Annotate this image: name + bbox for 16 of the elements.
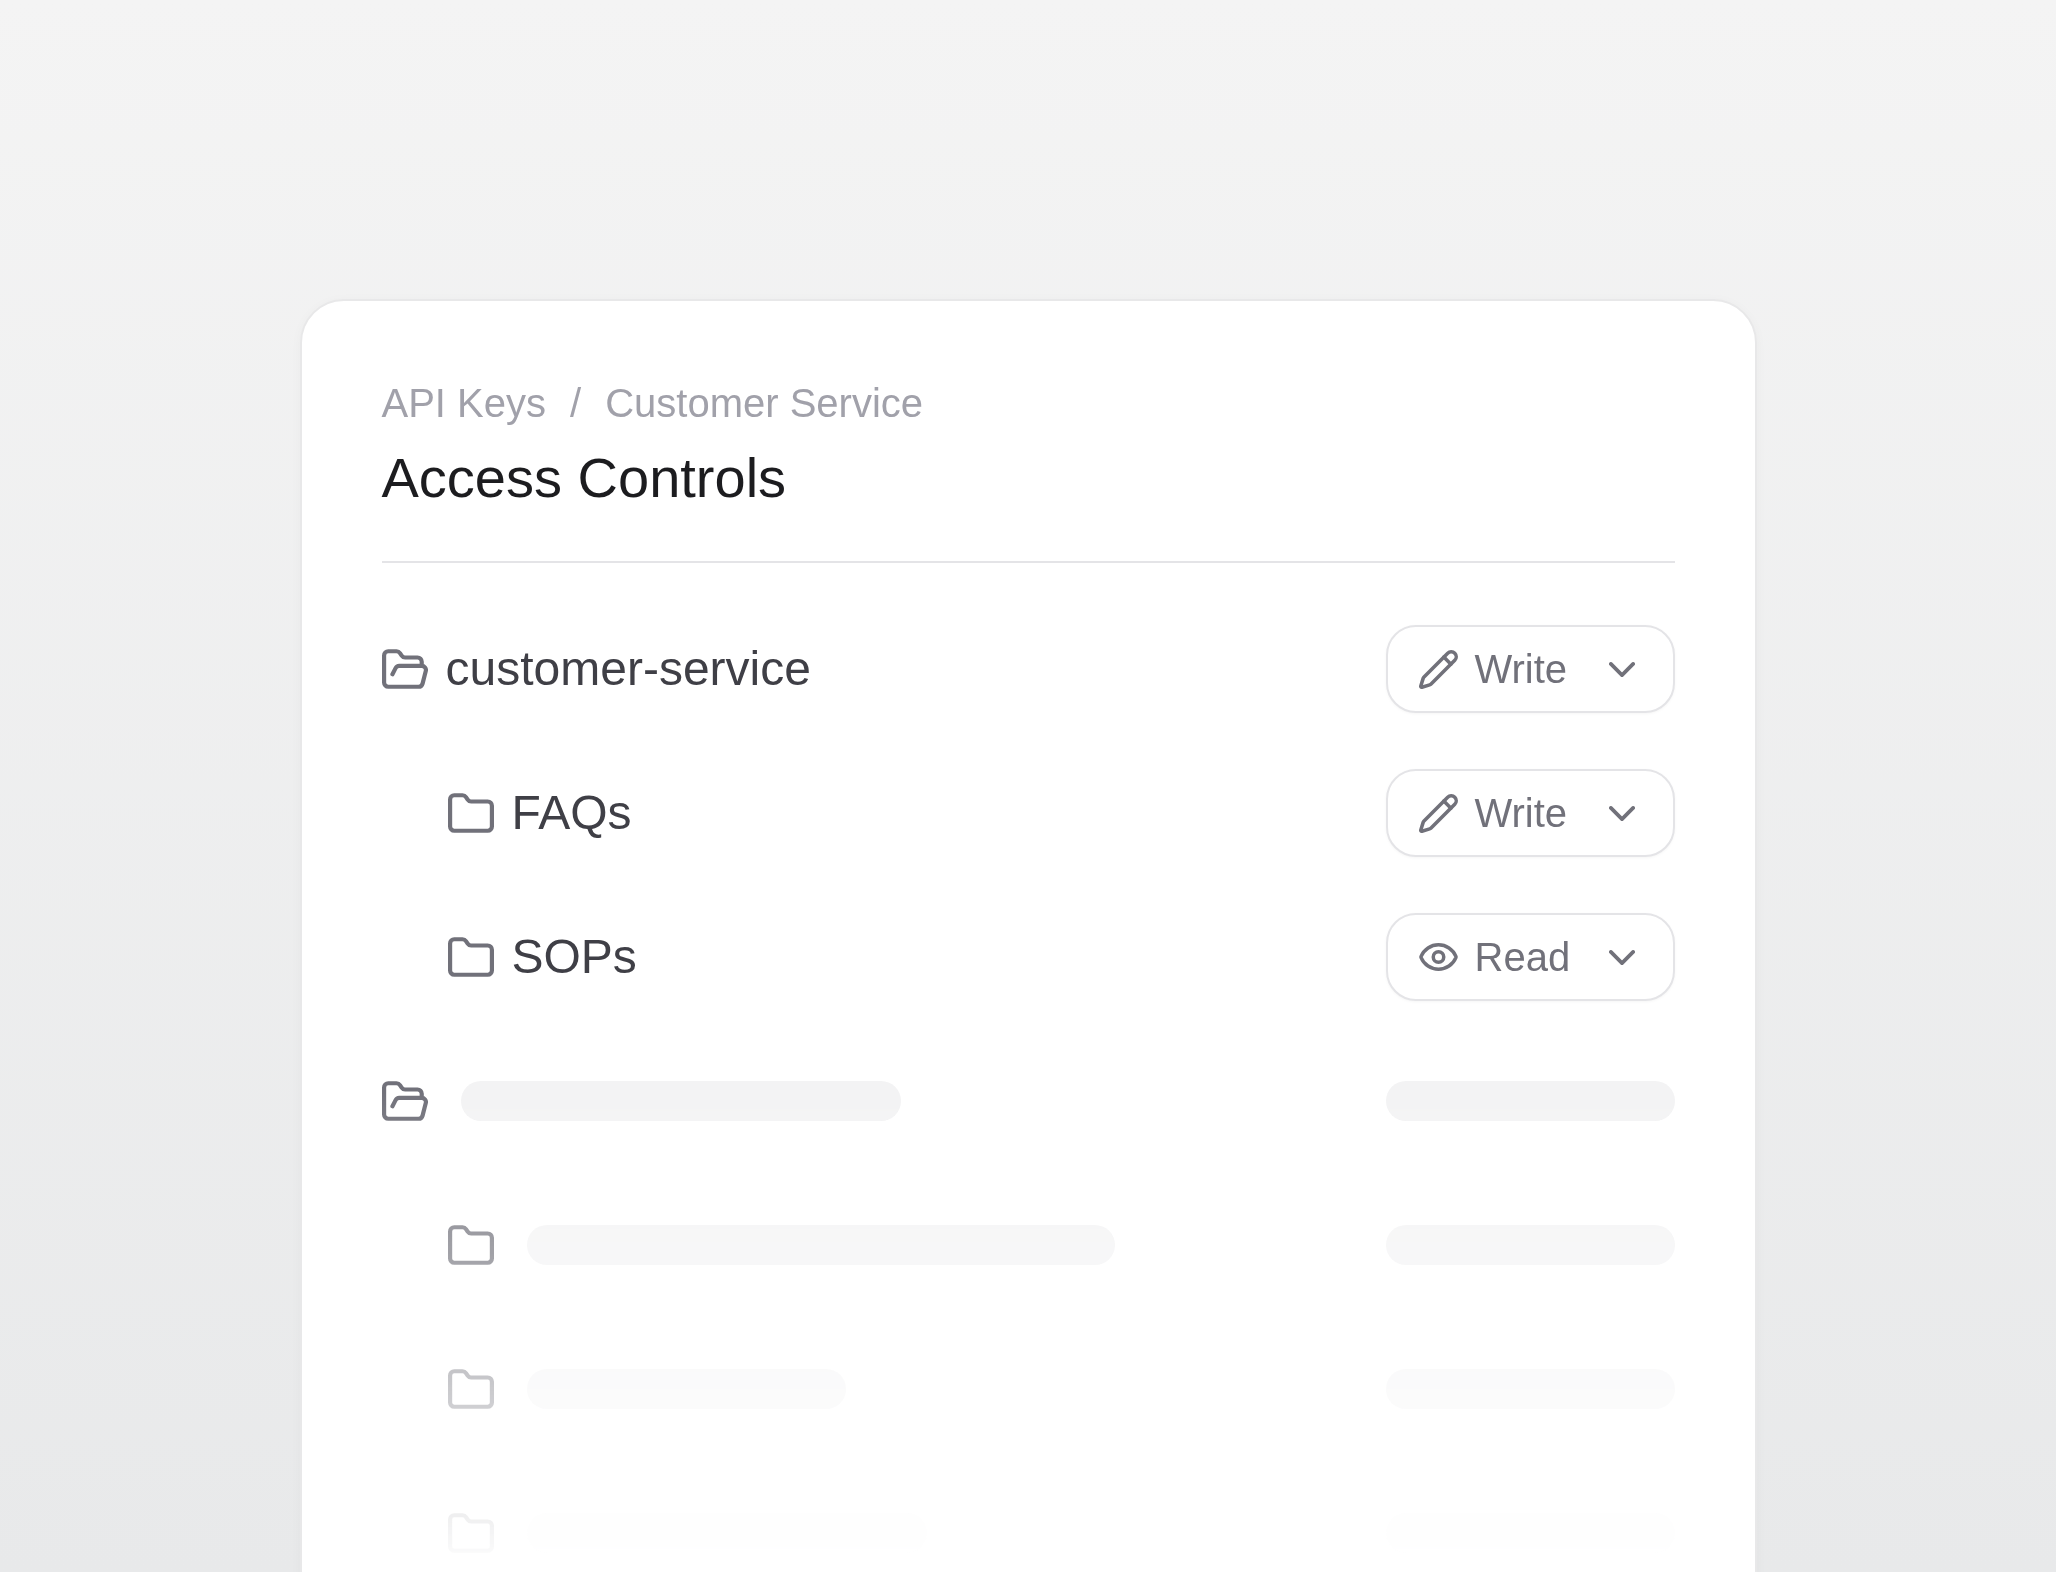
chevron-down-icon bbox=[1608, 661, 1635, 677]
pencil-icon bbox=[1418, 649, 1458, 689]
permission-dropdown[interactable]: Write bbox=[1385, 625, 1675, 713]
folder-name: FAQs bbox=[511, 785, 632, 841]
page-title: Access Controls bbox=[381, 445, 788, 511]
chevron-down-icon bbox=[1608, 949, 1635, 965]
folder-name: customer-service bbox=[445, 641, 811, 697]
pencil-icon bbox=[1418, 793, 1458, 833]
breadcrumb-link[interactable]: API Keys bbox=[381, 379, 546, 427]
breadcrumb-link[interactable]: Customer Service bbox=[605, 379, 923, 427]
permission-dropdown[interactable]: Write bbox=[1385, 769, 1675, 857]
breadcrumb-separator: / bbox=[570, 380, 582, 427]
chevron-down-icon bbox=[1608, 805, 1635, 821]
folder-name: SOPs bbox=[511, 929, 637, 985]
eye-icon bbox=[1418, 943, 1458, 971]
permission-dropdown[interactable]: Read bbox=[1385, 913, 1675, 1001]
